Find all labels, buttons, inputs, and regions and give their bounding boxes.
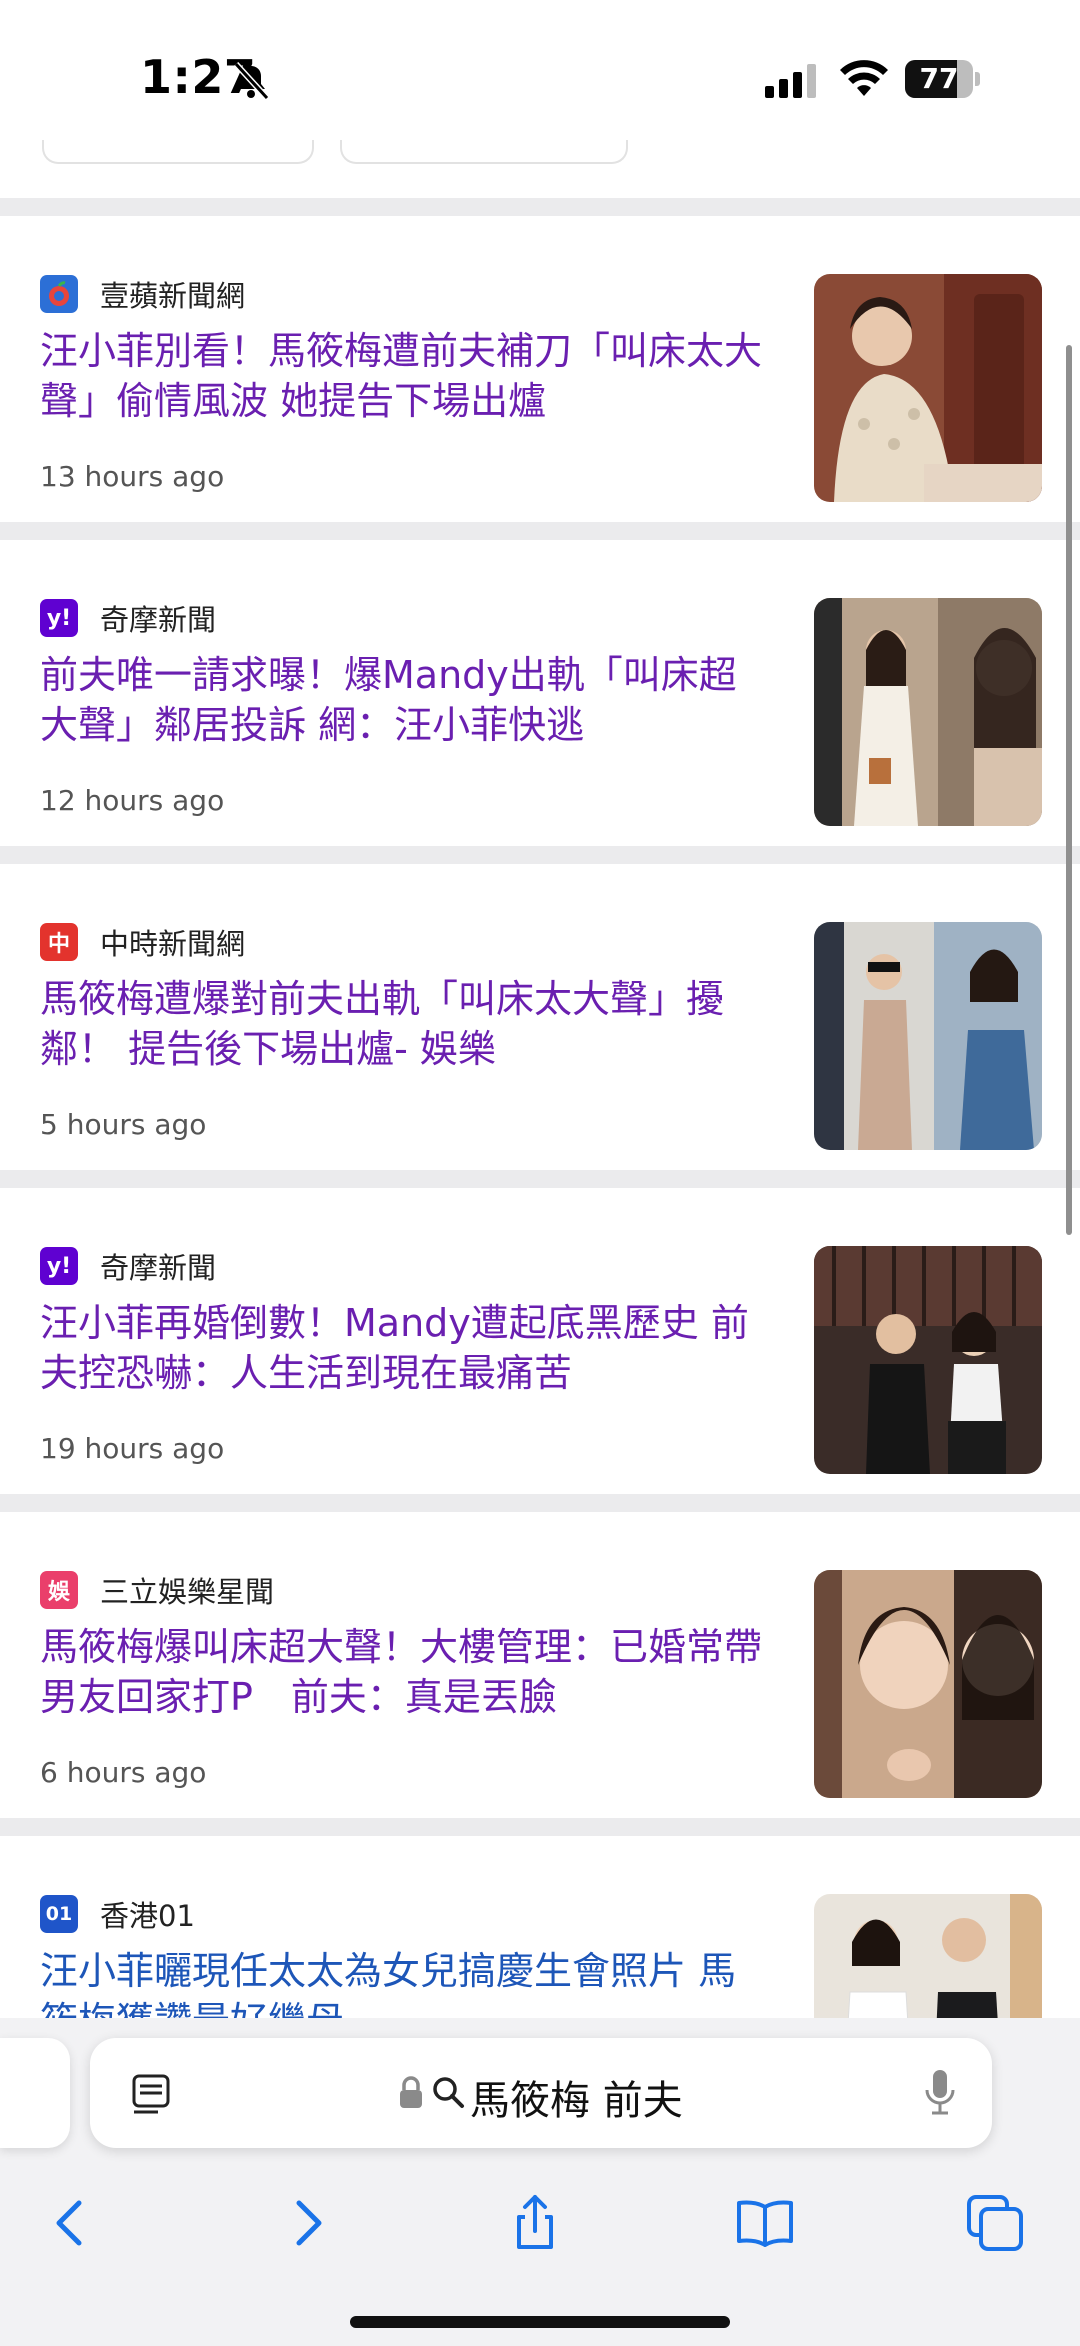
source-name: 香港01 [100,1899,195,1933]
news-source: 壹蘋新聞網 [40,274,245,314]
news-card[interactable]: 壹蘋新聞網 汪小菲別看！馬筱梅遭前夫補刀「叫床太大聲」偷情風波 她提告下場出爐 … [0,216,1080,522]
share-button[interactable] [500,2188,570,2258]
news-source: y! 奇摩新聞 [40,598,216,638]
logo-text: 01 [45,1903,73,1925]
news-headline[interactable]: 馬筱梅爆叫床超大聲！大樓管理：已婚常帶男友回家打P 前夫：真是丟臉 [40,1622,770,1722]
news-time: 13 hours ago [40,460,225,493]
news-thumbnail[interactable] [814,274,1042,502]
filter-pill[interactable] [42,140,314,164]
news-card[interactable]: 01 香港01 汪小菲曬現任太太為女兒搞慶生會照片 馬筱梅獲讚最好繼母 [0,1836,1080,2018]
cellular-signal-icon [765,64,816,98]
apple-daily-logo [40,275,78,313]
chevron-right-icon [296,2200,322,2246]
news-source: 娛 三立娛樂星聞 [40,1570,274,1610]
news-headline[interactable]: 汪小菲再婚倒數！Mandy遭起底黑歷史 前夫控恐嚇：人生活到現在最痛苦 [40,1298,770,1398]
news-thumbnail[interactable] [814,1570,1042,1798]
yahoo-logo: y! [40,599,78,637]
divider [0,522,1080,540]
news-source: 01 香港01 [40,1894,195,1934]
tabs-icon [967,2195,1023,2251]
news-time: 5 hours ago [40,1108,207,1141]
scroll-indicator[interactable] [1066,345,1072,1235]
source-name: 中時新聞網 [100,927,246,961]
news-time: 6 hours ago [40,1756,207,1789]
china-times-logo: 中 [40,923,78,961]
divider [0,1170,1080,1188]
logo-text: y! [46,1253,72,1279]
news-card[interactable]: y! 奇摩新聞 前夫唯一請求曝！爆Mandy出軌「叫床超大聲」鄰居投訴 網：汪小… [0,540,1080,846]
reader-icon[interactable] [128,2070,174,2116]
filter-pill[interactable] [340,140,628,164]
forward-button[interactable] [272,2188,342,2258]
logo-text: y! [46,605,72,631]
divider [0,1494,1080,1512]
yahoo-logo: y! [40,1247,78,1285]
home-indicator[interactable] [350,2316,730,2328]
source-name: 壹蘋新聞網 [100,279,246,313]
previous-tab-peek[interactable] [0,2038,70,2148]
filter-pills-partial [0,140,1080,198]
bell-slash-icon [233,61,270,101]
browser-toolbar: 馬筱梅 前夫 [0,2018,1080,2346]
back-button[interactable] [36,2188,106,2258]
search-icon [433,2077,464,2108]
news-headline[interactable]: 汪小菲曬現任太太為女兒搞慶生會照片 馬筱梅獲讚最好繼母 [40,1946,770,2018]
news-source: 中 中時新聞網 [40,922,245,962]
battery-percent: 77 [919,62,959,95]
tabs-button[interactable] [960,2188,1030,2258]
logo-text: 娛 [47,1580,70,1605]
divider [0,846,1080,864]
source-name: 奇摩新聞 [100,1251,217,1285]
news-thumbnail[interactable] [814,922,1042,1150]
source-name: 三立娛樂星聞 [100,1575,275,1609]
logo-text: 中 [47,932,70,957]
address-bar[interactable]: 馬筱梅 前夫 [90,2038,992,2148]
news-source: y! 奇摩新聞 [40,1246,216,1286]
hk01-logo: 01 [40,1895,78,1933]
news-card[interactable]: 娛 三立娛樂星聞 馬筱梅爆叫床超大聲！大樓管理：已婚常帶男友回家打P 前夫：真是… [0,1512,1080,1818]
news-feed: 壹蘋新聞網 汪小菲別看！馬筱梅遭前夫補刀「叫床太大聲」偷情風波 她提告下場出爐 … [0,198,1080,2018]
share-icon [517,2195,553,2249]
chevron-left-icon [56,2200,82,2246]
divider [0,1818,1080,1836]
nav-row [0,2188,1080,2268]
news-thumbnail[interactable] [814,1246,1042,1474]
status-bar: 1:27 77 [0,0,1080,140]
news-headline[interactable]: 汪小菲別看！馬筱梅遭前夫補刀「叫床太大聲」偷情風波 她提告下場出爐 [40,326,770,426]
battery-icon: 77 [905,60,980,98]
source-name: 奇摩新聞 [100,603,217,637]
news-card[interactable]: 中 中時新聞網 馬筱梅遭爆對前夫出軌「叫床太大聲」擾鄰！ 提告後下場出爐- 娛樂… [0,864,1080,1170]
address-query[interactable]: 馬筱梅 前夫 [470,2068,683,2126]
wifi-icon [840,60,888,96]
book-icon [737,2200,793,2247]
lock-icon [400,2076,422,2108]
news-thumbnail[interactable] [814,598,1042,826]
microphone-icon[interactable] [922,2068,958,2118]
news-headline[interactable]: 馬筱梅遭爆對前夫出軌「叫床太大聲」擾鄰！ 提告後下場出爐- 娛樂 [40,974,770,1074]
setn-star-logo: 娛 [40,1571,78,1609]
news-card[interactable]: y! 奇摩新聞 汪小菲再婚倒數！Mandy遭起底黑歷史 前夫控恐嚇：人生活到現在… [0,1188,1080,1494]
bookmarks-button[interactable] [730,2188,800,2258]
news-headline[interactable]: 前夫唯一請求曝！爆Mandy出軌「叫床超大聲」鄰居投訴 網：汪小菲快逃 [40,650,770,750]
news-time: 12 hours ago [40,784,225,817]
news-time: 19 hours ago [40,1432,225,1465]
news-thumbnail[interactable] [814,1894,1042,2018]
